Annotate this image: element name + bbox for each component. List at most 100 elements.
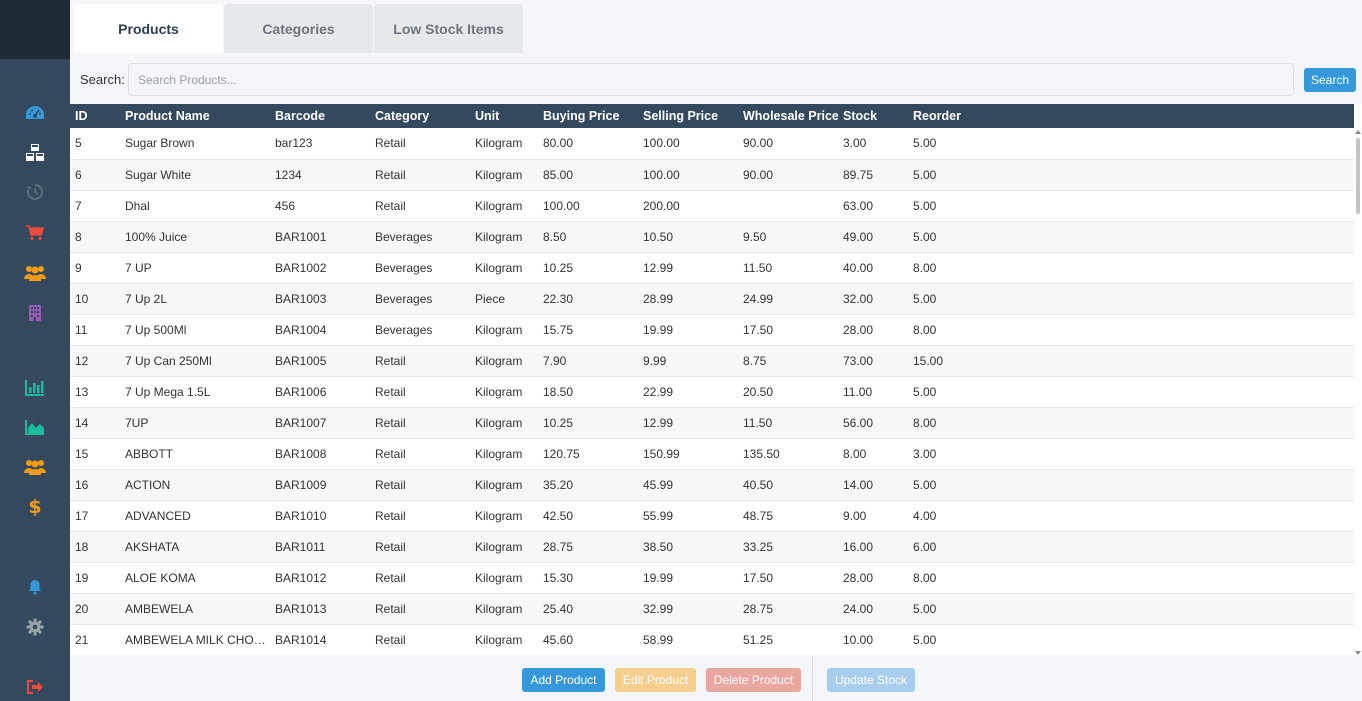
table-cell: 19 — [70, 562, 120, 594]
column-header[interactable]: Selling Price — [638, 104, 738, 128]
edit-product-button[interactable]: Edit Product — [615, 668, 696, 692]
table-row[interactable]: 10 7 Up 2L BAR1003 Beverages Piece 22.30 28.99… — [70, 283, 1354, 315]
table-scrollbar[interactable] — [1354, 128, 1362, 655]
table-cell: 5.00 — [908, 593, 1354, 625]
table-cell: 15 — [70, 438, 120, 470]
customers-icon[interactable] — [23, 456, 47, 478]
table-cell: 25.40 — [538, 593, 638, 625]
table-cell: BAR1014 — [270, 624, 370, 655]
table-row[interactable]: 97 UP BAR1002 Beverages Kilogram 10.25 12.99 1… — [70, 252, 1354, 284]
table-cell: 19.99 — [638, 314, 738, 346]
table-cell: Kilogram — [470, 469, 538, 501]
column-header[interactable]: Category — [370, 104, 470, 128]
table-cell: 24.00 — [838, 593, 908, 625]
column-header[interactable]: Buying Price — [538, 104, 638, 128]
table-cell: BAR1012 — [270, 562, 370, 594]
table-cell: 90.00 — [738, 128, 838, 160]
table-cell: 8 — [70, 221, 120, 253]
gear-icon[interactable] — [23, 616, 47, 638]
table-cell: 17.50 — [738, 314, 838, 346]
delete-product-button[interactable]: Delete Product — [706, 668, 801, 692]
tab-low-stock-items[interactable]: Low Stock Items — [374, 4, 523, 53]
table-row[interactable]: 18 AKSHATA BAR1011 Retail Kilogram 28.75 38.50… — [70, 531, 1354, 563]
table-row[interactable]: 8 100% Juice BAR1001 Beverages Kilogram 8.50 1… — [70, 221, 1354, 253]
column-header[interactable]: Stock — [838, 104, 908, 128]
scrollbar-thumb[interactable] — [1356, 138, 1360, 214]
column-header[interactable]: ID — [70, 104, 120, 128]
table-cell: 16 — [70, 469, 120, 501]
search-input[interactable] — [128, 63, 1294, 96]
scroll-down-arrow-icon[interactable] — [1355, 651, 1361, 655]
table-row[interactable]: 19 ALOE KOMA BAR1012 Retail Kilogram 15.30 19.… — [70, 562, 1354, 594]
column-header[interactable]: Reorder — [908, 104, 1354, 128]
add-product-button[interactable]: Add Product — [522, 668, 605, 692]
table-row[interactable]: 21 AMBEWELA MILK CHOC... BAR1014 Retail Kilo… — [70, 624, 1354, 655]
update-stock-button[interactable]: Update Stock — [827, 668, 915, 692]
table-cell: Beverages — [370, 283, 470, 315]
table-cell: 11.50 — [738, 407, 838, 439]
table-cell: 5.00 — [908, 376, 1354, 408]
table-row[interactable]: 14 7UP BAR1007 Retail Kilogram 10.25 12.99 11.5… — [70, 407, 1354, 439]
column-header[interactable]: Unit — [470, 104, 538, 128]
column-header[interactable]: Barcode — [270, 104, 370, 128]
table-cell: 14 — [70, 407, 120, 439]
table-row[interactable]: 13 7 Up Mega 1.5L BAR1006 Retail Kilogram 18.… — [70, 376, 1354, 408]
dashboard-icon[interactable] — [23, 102, 47, 124]
table-cell: BAR1010 — [270, 500, 370, 532]
bar-chart-icon[interactable] — [23, 376, 47, 398]
table-row[interactable]: 6 Sugar White 1234 Retail Kilogram 85.00 100.0… — [70, 159, 1354, 191]
search-button[interactable]: Search — [1304, 68, 1356, 92]
table-cell: 32.00 — [838, 283, 908, 315]
column-header[interactable]: Wholesale Price — [738, 104, 838, 128]
table-cell: 7 Up 500Ml — [120, 314, 270, 346]
table-cell: 8.00 — [908, 252, 1354, 284]
table-row[interactable]: 20 AMBEWELA BAR1013 Retail Kilogram 25.40 32.9… — [70, 593, 1354, 625]
table-row[interactable]: 12 7 Up Can 250Ml BAR1005 Retail Kilogram 7.9… — [70, 345, 1354, 377]
table-cell: 10.50 — [638, 221, 738, 253]
table-cell: 45.99 — [638, 469, 738, 501]
dollar-icon[interactable]: $ — [23, 496, 47, 518]
table-cell: BAR1011 — [270, 531, 370, 563]
history-icon[interactable] — [23, 181, 47, 203]
table-cell: BAR1013 — [270, 593, 370, 625]
table-cell: Kilogram — [470, 376, 538, 408]
logout-icon[interactable] — [23, 676, 47, 698]
table-cell: 28.00 — [838, 562, 908, 594]
table-cell: 3.00 — [908, 438, 1354, 470]
table-cell: 4.00 — [908, 500, 1354, 532]
table-cell: Kilogram — [470, 314, 538, 346]
table-cell: Kilogram — [470, 531, 538, 563]
table-row[interactable]: 16 ACTION BAR1009 Retail Kilogram 35.20 45.99 4… — [70, 469, 1354, 501]
bell-icon[interactable] — [23, 576, 47, 598]
table-row[interactable]: 11 7 Up 500Ml BAR1004 Beverages Kilogram 15.7… — [70, 314, 1354, 346]
table-row[interactable]: 5 Sugar Brown bar123 Retail Kilogram 80.00 100… — [70, 128, 1354, 160]
table-cell: 135.50 — [738, 438, 838, 470]
table-cell: Beverages — [370, 221, 470, 253]
table-cell: 7 — [70, 190, 120, 222]
products-cubes-icon[interactable] — [23, 142, 47, 164]
table-row[interactable]: 15 ABBOTT BAR1008 Retail Kilogram 120.75 150.9… — [70, 438, 1354, 470]
table-cell: 8.50 — [538, 221, 638, 253]
table-cell: 10.00 — [838, 624, 908, 655]
users-icon[interactable] — [23, 262, 47, 284]
table-row[interactable]: 7 Dhal 456 Retail Kilogram 100.00 200.00 63.00 5… — [70, 190, 1354, 222]
area-chart-icon[interactable] — [23, 416, 47, 438]
table-cell: 20 — [70, 593, 120, 625]
column-header[interactable]: Product Name — [120, 104, 270, 128]
table-cell: Retail — [370, 531, 470, 563]
table-cell: 100.00 — [538, 190, 638, 222]
scroll-up-arrow-icon[interactable] — [1355, 130, 1361, 134]
table-cell: Kilogram — [470, 345, 538, 377]
table-cell: Sugar White — [120, 159, 270, 191]
table-cell: 6 — [70, 159, 120, 191]
table-cell: BAR1006 — [270, 376, 370, 408]
tab-categories[interactable]: Categories — [224, 4, 373, 53]
table-cell: 7 UP — [120, 252, 270, 284]
cart-icon[interactable] — [23, 222, 47, 244]
building-icon[interactable] — [23, 302, 47, 324]
table-cell: 13 — [70, 376, 120, 408]
table-cell: 9.00 — [838, 500, 908, 532]
tab-products[interactable]: Products — [74, 4, 223, 53]
table-row[interactable]: 17 ADVANCED BAR1010 Retail Kilogram 42.50 55.9… — [70, 500, 1354, 532]
table-cell: 100% Juice — [120, 221, 270, 253]
